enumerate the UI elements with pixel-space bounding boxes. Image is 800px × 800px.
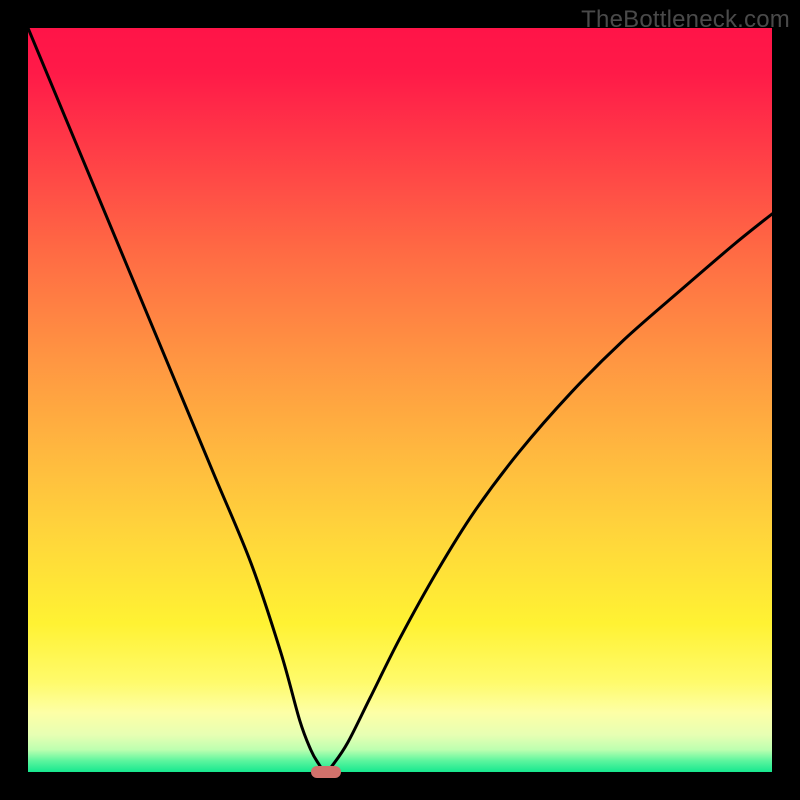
curve-svg <box>28 28 772 772</box>
optimal-point-marker <box>311 766 341 778</box>
chart-frame: TheBottleneck.com <box>0 0 800 800</box>
watermark-text: TheBottleneck.com <box>581 6 790 34</box>
plot-area <box>28 28 772 772</box>
bottleneck-curve <box>28 28 772 772</box>
